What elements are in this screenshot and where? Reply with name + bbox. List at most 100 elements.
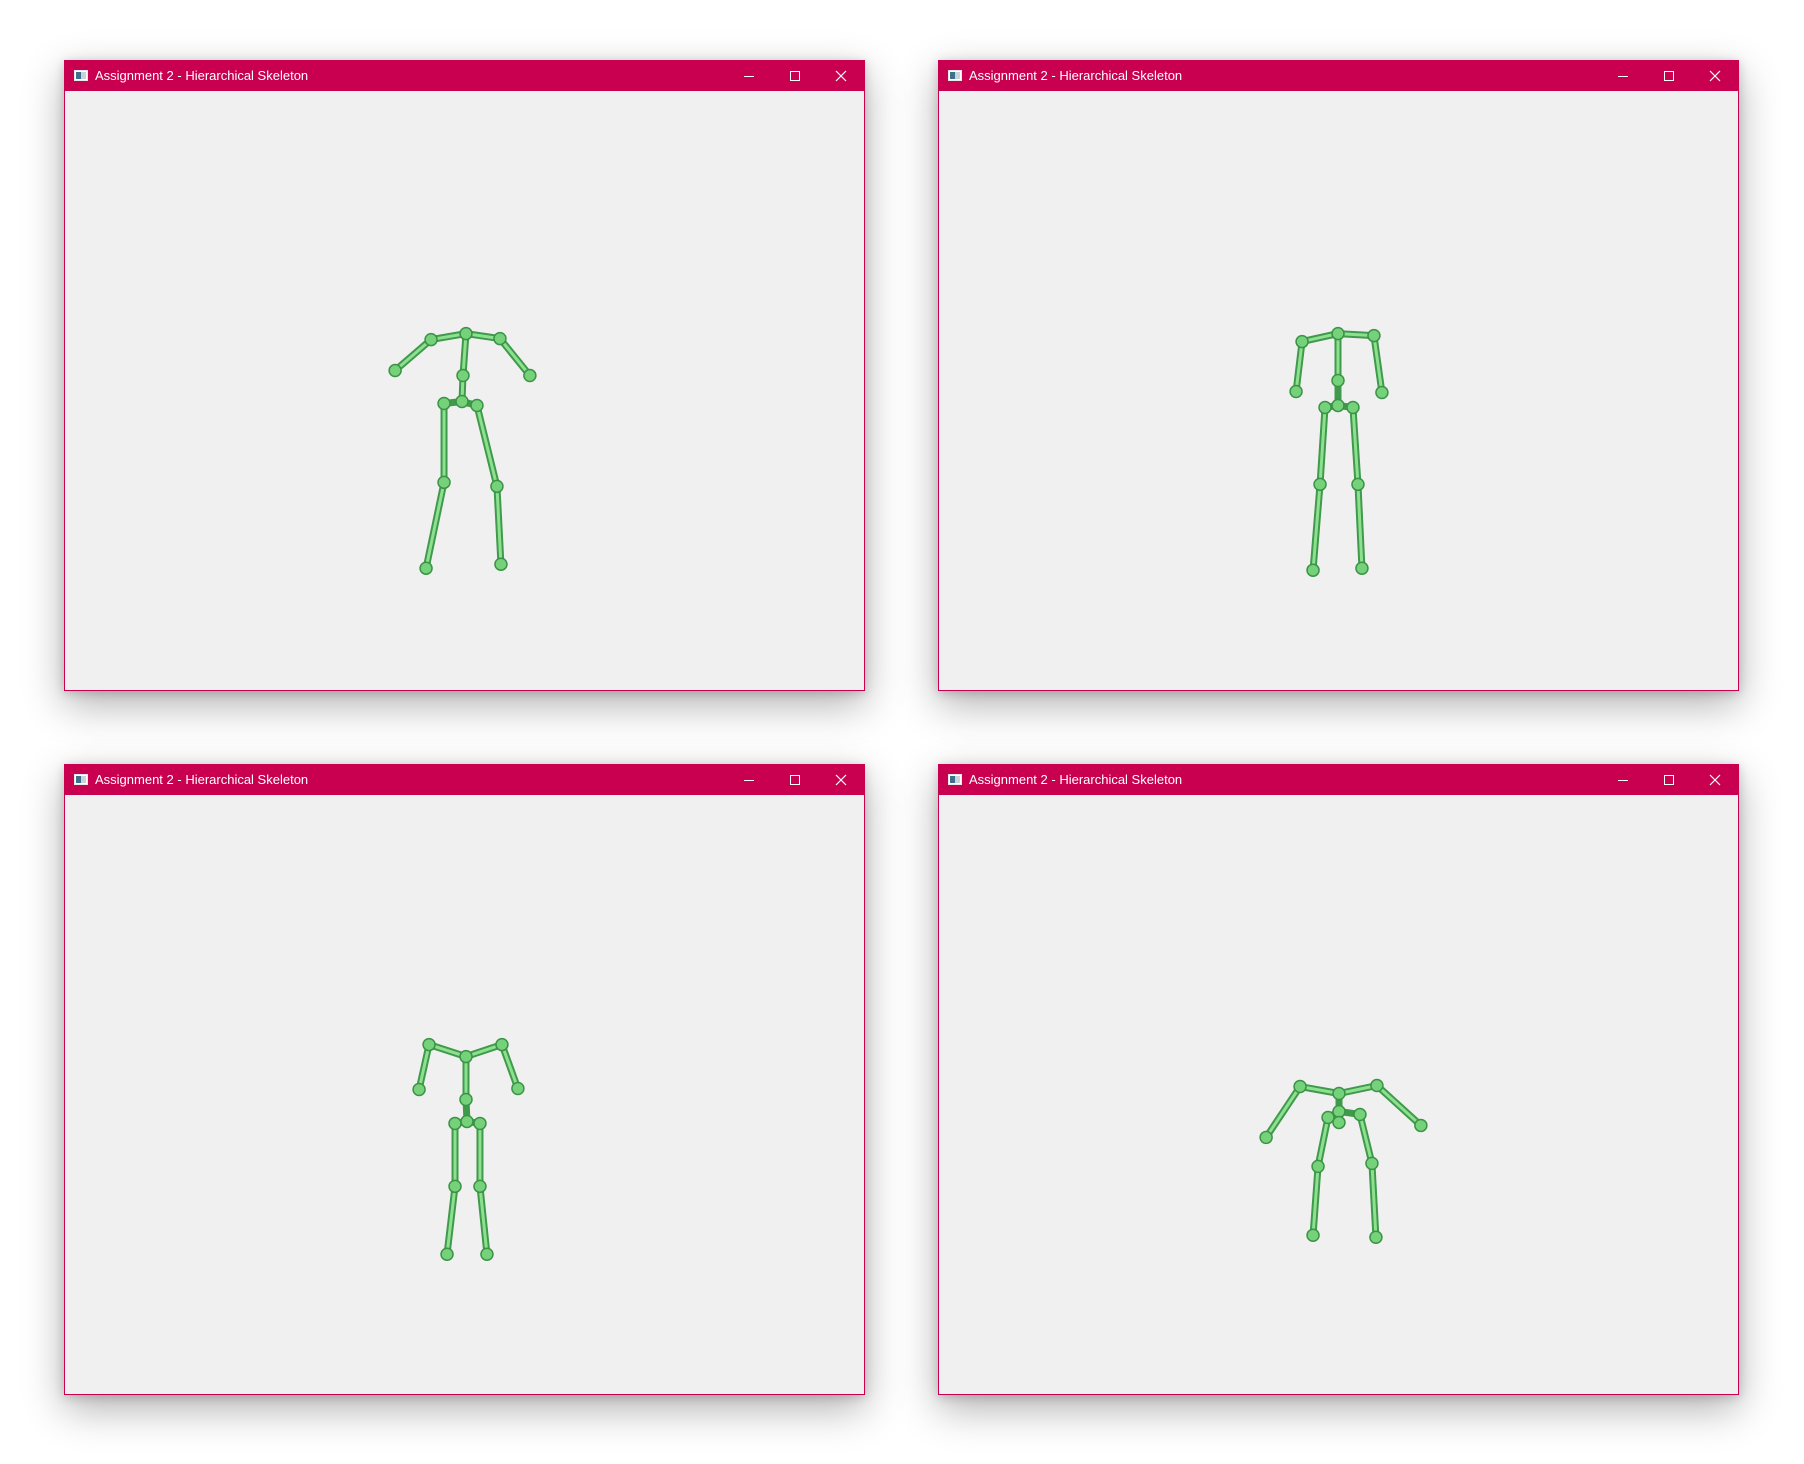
skeleton-figure	[1289, 326, 1389, 577]
skeleton-joint	[1293, 1079, 1307, 1094]
close-button[interactable]	[818, 61, 864, 91]
skeleton-joint	[1365, 1156, 1379, 1171]
minimize-button[interactable]	[726, 61, 772, 91]
skeleton-joint	[1414, 1118, 1428, 1133]
close-button[interactable]	[818, 765, 864, 795]
minimize-icon	[744, 780, 754, 781]
window-bottom-right[interactable]: Assignment 2 - Hierarchical Skeleton	[938, 764, 1739, 1395]
skeleton-joint	[511, 1081, 525, 1096]
skeleton-joint	[1289, 384, 1303, 399]
skeleton-joint	[460, 1114, 474, 1129]
minimize-icon	[1618, 780, 1628, 781]
maximize-button[interactable]	[772, 61, 818, 91]
skeleton-bone-highlight	[1358, 1112, 1374, 1165]
minimize-button[interactable]	[1600, 61, 1646, 91]
app-icon	[74, 70, 88, 81]
minimize-button[interactable]	[1600, 765, 1646, 795]
skeleton-joint	[1331, 398, 1345, 413]
skeleton-joint	[448, 1179, 462, 1194]
skeleton-bone-highlight	[1264, 1085, 1302, 1139]
skeleton-joint	[459, 326, 473, 341]
opengl-viewport[interactable]	[65, 91, 864, 690]
title-bar[interactable]: Assignment 2 - Hierarchical Skeleton	[65, 61, 864, 91]
skeleton-joint	[1355, 561, 1369, 575]
skeleton-joint	[1353, 1107, 1367, 1122]
app-icon	[948, 70, 962, 81]
title-bar[interactable]: Assignment 2 - Hierarchical Skeleton	[939, 765, 1738, 795]
close-icon	[1709, 774, 1721, 786]
skeleton-joint	[437, 475, 451, 490]
skeleton-joint	[480, 1247, 494, 1261]
skeleton-joint	[1369, 1230, 1383, 1245]
skeleton-joint	[459, 1092, 473, 1107]
skeleton-bone-highlight	[500, 1043, 520, 1091]
skeleton-joint	[473, 1179, 487, 1194]
skeleton-joint	[1306, 1228, 1320, 1243]
skeleton-joint	[388, 363, 402, 378]
window-top-left[interactable]: Assignment 2 - Hierarchical Skeleton	[64, 60, 865, 691]
skeleton-bone-highlight	[475, 403, 499, 488]
skeleton-joint	[490, 479, 504, 494]
skeleton-joint	[440, 1247, 454, 1261]
skeleton-joint	[1332, 1115, 1346, 1130]
skeleton-joint	[424, 332, 438, 347]
close-button[interactable]	[1692, 765, 1738, 795]
skeleton-joint	[1295, 334, 1309, 349]
window-title: Assignment 2 - Hierarchical Skeleton	[969, 68, 1183, 83]
skeleton-render	[388, 326, 537, 575]
maximize-icon	[1664, 775, 1674, 785]
skeleton-joint	[1375, 385, 1389, 400]
app-icon	[74, 774, 88, 785]
maximize-icon	[790, 71, 800, 81]
maximize-icon	[790, 775, 800, 785]
minimize-button[interactable]	[726, 765, 772, 795]
skeleton-joint	[495, 1037, 509, 1052]
maximize-button[interactable]	[772, 765, 818, 795]
skeleton-figure	[388, 326, 537, 575]
skeleton-joint	[1313, 477, 1327, 492]
skeleton-joint	[470, 398, 484, 413]
maximize-button[interactable]	[1646, 61, 1692, 91]
opengl-viewport[interactable]	[939, 795, 1738, 1394]
skeleton-bone-highlight	[424, 480, 446, 570]
minimize-icon	[744, 76, 754, 77]
skeleton-joint	[1370, 1078, 1384, 1093]
skeleton-joint	[1318, 400, 1332, 415]
skeleton-joint	[455, 394, 469, 409]
opengl-viewport[interactable]	[939, 91, 1738, 690]
skeleton-render	[412, 1037, 525, 1261]
skeleton-joint	[437, 396, 451, 411]
skeleton-joint	[493, 331, 507, 346]
opengl-viewport[interactable]	[65, 795, 864, 1394]
skeleton-joint	[1332, 1104, 1346, 1119]
skeleton-joint	[448, 1116, 462, 1131]
skeleton-joint	[459, 1049, 473, 1064]
skeleton-render	[1289, 326, 1389, 577]
minimize-icon	[1618, 76, 1628, 77]
maximize-button[interactable]	[1646, 765, 1692, 795]
skeleton-joint	[419, 561, 433, 575]
window-top-right[interactable]: Assignment 2 - Hierarchical Skeleton	[938, 60, 1739, 691]
window-title: Assignment 2 - Hierarchical Skeleton	[95, 68, 309, 83]
app-icon	[948, 774, 962, 785]
skeleton-joint	[456, 368, 470, 383]
skeleton-render	[1259, 1078, 1428, 1245]
close-icon	[835, 774, 847, 786]
skeleton-joint	[1306, 563, 1320, 577]
skeleton-bone-highlight	[498, 337, 532, 378]
skeleton-joint	[1331, 326, 1345, 341]
close-icon	[1709, 70, 1721, 82]
title-bar[interactable]: Assignment 2 - Hierarchical Skeleton	[65, 765, 864, 795]
skeleton-figure	[412, 1037, 525, 1261]
title-bar[interactable]: Assignment 2 - Hierarchical Skeleton	[939, 61, 1738, 91]
maximize-icon	[1664, 71, 1674, 81]
skeleton-joint	[1311, 1159, 1325, 1174]
skeleton-joint	[1259, 1130, 1273, 1145]
skeleton-bone-highlight	[393, 338, 433, 373]
skeleton-joint	[523, 368, 537, 383]
skeleton-joint	[1367, 328, 1381, 343]
close-button[interactable]	[1692, 61, 1738, 91]
skeleton-figure	[1259, 1078, 1428, 1245]
skeleton-joint	[412, 1082, 426, 1097]
window-bottom-left[interactable]: Assignment 2 - Hierarchical Skeleton	[64, 764, 865, 1395]
